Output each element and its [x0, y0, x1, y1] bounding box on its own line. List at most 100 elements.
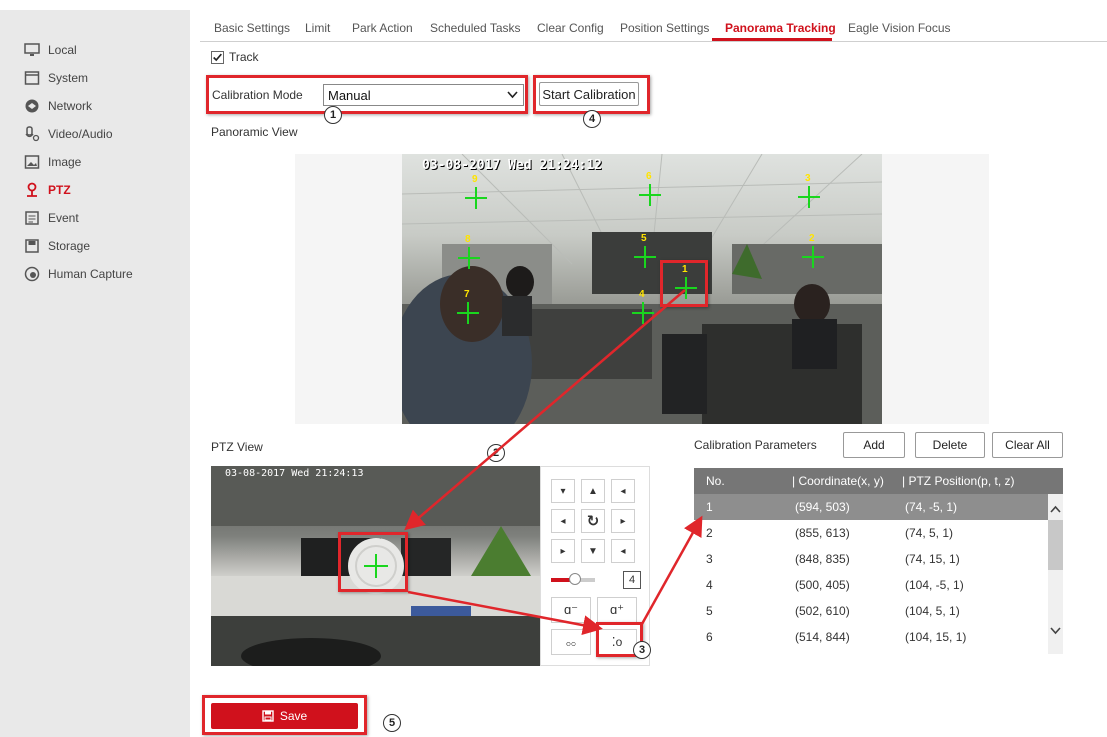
sidebar-item-system[interactable]: System	[0, 64, 190, 92]
tab-basic-settings[interactable]: Basic Settings	[214, 21, 290, 35]
tab-position-settings[interactable]: Position Settings	[620, 21, 709, 35]
cell-ptz-position: (74, -5, 1)	[905, 500, 958, 514]
track-checkbox[interactable]	[211, 51, 224, 64]
add-button[interactable]: Add	[843, 432, 905, 458]
marker-number: 3	[805, 173, 811, 184]
pan-left-button[interactable]: ◂	[551, 509, 575, 533]
delete-button[interactable]: Delete	[915, 432, 985, 458]
column-header-coordinate: | Coordinate(x, y)	[792, 474, 884, 488]
tab-panorama-tracking[interactable]: Panorama Tracking	[725, 21, 836, 35]
cell-ptz-position: (104, 5, 1)	[905, 604, 960, 618]
cell-ptz-position: (104, 15, 1)	[905, 630, 967, 644]
cell-no: 1	[706, 500, 713, 514]
panoramic-view-title: Panoramic View	[211, 125, 298, 139]
manual-tracking-icon[interactable]: ೲ	[551, 629, 591, 655]
tilt-down-button[interactable]: ▼	[581, 539, 605, 563]
event-icon	[24, 210, 40, 226]
ptz-icon	[24, 182, 40, 198]
cell-coordinate: (594, 503)	[795, 500, 850, 514]
table-row[interactable]: 5 (502, 610) (104, 5, 1)	[694, 598, 1048, 624]
table-scrollbar-thumb[interactable]	[1048, 520, 1063, 570]
sidebar-item-label: Local	[48, 43, 77, 57]
callout-number-1: 1	[324, 106, 342, 124]
table-row[interactable]: 6 (514, 844) (104, 15, 1)	[694, 624, 1048, 650]
sidebar-item-storage[interactable]: Storage	[0, 232, 190, 260]
tab-scheduled-tasks[interactable]: Scheduled Tasks	[430, 21, 521, 35]
marker-number: 5	[641, 233, 647, 244]
scroll-down-icon[interactable]	[1050, 627, 1061, 635]
zoom-in-icon[interactable]: ɑ⁺	[597, 597, 637, 623]
calibration-marker-7[interactable]: 7	[457, 289, 479, 324]
storage-icon	[24, 238, 40, 254]
sidebar-item-label: Human Capture	[48, 267, 133, 281]
sidebar-item-label: Storage	[48, 239, 91, 253]
calibration-marker-4[interactable]: 4	[632, 289, 654, 324]
cell-ptz-position: (74, 15, 1)	[905, 552, 960, 566]
calibration-parameters-title: Calibration Parameters	[694, 438, 817, 452]
callout-number-3: 3	[633, 641, 651, 659]
calibration-marker-8[interactable]: 8	[458, 234, 480, 269]
column-header-ptz-position-text: PTZ Position(p, t, z)	[908, 474, 1015, 488]
track-label: Track	[229, 50, 259, 64]
sidebar-item-ptz[interactable]: PTZ	[0, 176, 190, 204]
image-icon	[24, 154, 40, 170]
tab-bar: Basic Settings Limit Park Action Schedul…	[200, 16, 1107, 42]
pan-up-left-button[interactable]: ▾	[551, 479, 575, 503]
system-icon	[24, 70, 40, 86]
speed-slider-handle[interactable]	[569, 573, 581, 585]
table-row[interactable]: 1 (594, 503) (74, -5, 1)	[694, 494, 1048, 520]
monitor-icon	[24, 42, 40, 58]
pan-down-left-button[interactable]: ▸	[551, 539, 575, 563]
speed-slider-track[interactable]	[551, 573, 595, 585]
sidebar-item-local[interactable]: Local	[0, 36, 190, 64]
cell-coordinate: (514, 844)	[795, 630, 850, 644]
callout-box-1	[206, 75, 528, 114]
sidebar-item-event[interactable]: Event	[0, 204, 190, 232]
sidebar-item-label: Image	[48, 155, 82, 169]
ptz-view-title: PTZ View	[211, 440, 263, 454]
sidebar-item-network[interactable]: Network	[0, 92, 190, 120]
panoramic-padding-left	[295, 154, 402, 424]
cell-coordinate: (855, 613)	[795, 526, 850, 540]
calibration-marker-5[interactable]: 5	[634, 233, 656, 268]
selected-point-highlight	[660, 260, 708, 307]
pan-down-right-button[interactable]: ◂	[611, 539, 635, 563]
calibration-marker-3[interactable]: 3	[798, 173, 820, 208]
tab-limit[interactable]: Limit	[305, 21, 330, 35]
table-row[interactable]: 4 (500, 405) (104, -5, 1)	[694, 572, 1048, 598]
callout-number-4: 4	[583, 110, 601, 128]
human-capture-icon	[24, 266, 40, 282]
sidebar-item-human-capture[interactable]: Human Capture	[0, 260, 190, 288]
marker-number: 8	[465, 234, 471, 245]
clear-all-button[interactable]: Clear All	[992, 432, 1063, 458]
pan-up-right-button[interactable]: ◂	[611, 479, 635, 503]
pan-right-button[interactable]: ▸	[611, 509, 635, 533]
tab-park-action[interactable]: Park Action	[352, 21, 413, 35]
scroll-up-icon[interactable]	[1050, 505, 1061, 513]
tilt-up-button[interactable]: ▲	[581, 479, 605, 503]
cell-no: 5	[706, 604, 713, 618]
callout-box-4	[533, 75, 650, 114]
sidebar-item-label: Video/Audio	[48, 127, 113, 141]
sidebar-item-label: PTZ	[48, 183, 71, 197]
cell-coordinate: (848, 835)	[795, 552, 850, 566]
cell-no: 6	[706, 630, 713, 644]
tab-clear-config[interactable]: Clear Config	[537, 21, 604, 35]
table-row[interactable]: 2 (855, 613) (74, 5, 1)	[694, 520, 1048, 546]
sidebar-item-video-audio[interactable]: Video/Audio	[0, 120, 190, 148]
zoom-out-icon[interactable]: ɑ⁻	[551, 597, 591, 623]
sidebar-item-label: Network	[48, 99, 93, 113]
table-row[interactable]: 3 (848, 835) (74, 15, 1)	[694, 546, 1048, 572]
sidebar-item-image[interactable]: Image	[0, 148, 190, 176]
calibration-marker-9[interactable]: 9	[465, 174, 487, 209]
panoramic-padding-right	[882, 154, 989, 424]
auto-rotate-icon[interactable]: ↻	[581, 509, 605, 533]
checkmark-icon	[213, 53, 222, 62]
ptz-target-highlight	[338, 532, 408, 592]
column-header-coordinate-text: Coordinate(x, y)	[798, 474, 884, 488]
speed-value: 4	[623, 571, 641, 589]
panoramic-view[interactable]: 03-08-2017 Wed 21:24:12 9 6 3 8 5 2 1 7 …	[402, 154, 882, 424]
calibration-marker-2[interactable]: 2	[802, 233, 824, 268]
calibration-marker-6[interactable]: 6	[639, 171, 661, 206]
tab-eagle-vision-focus[interactable]: Eagle Vision Focus	[848, 21, 951, 35]
